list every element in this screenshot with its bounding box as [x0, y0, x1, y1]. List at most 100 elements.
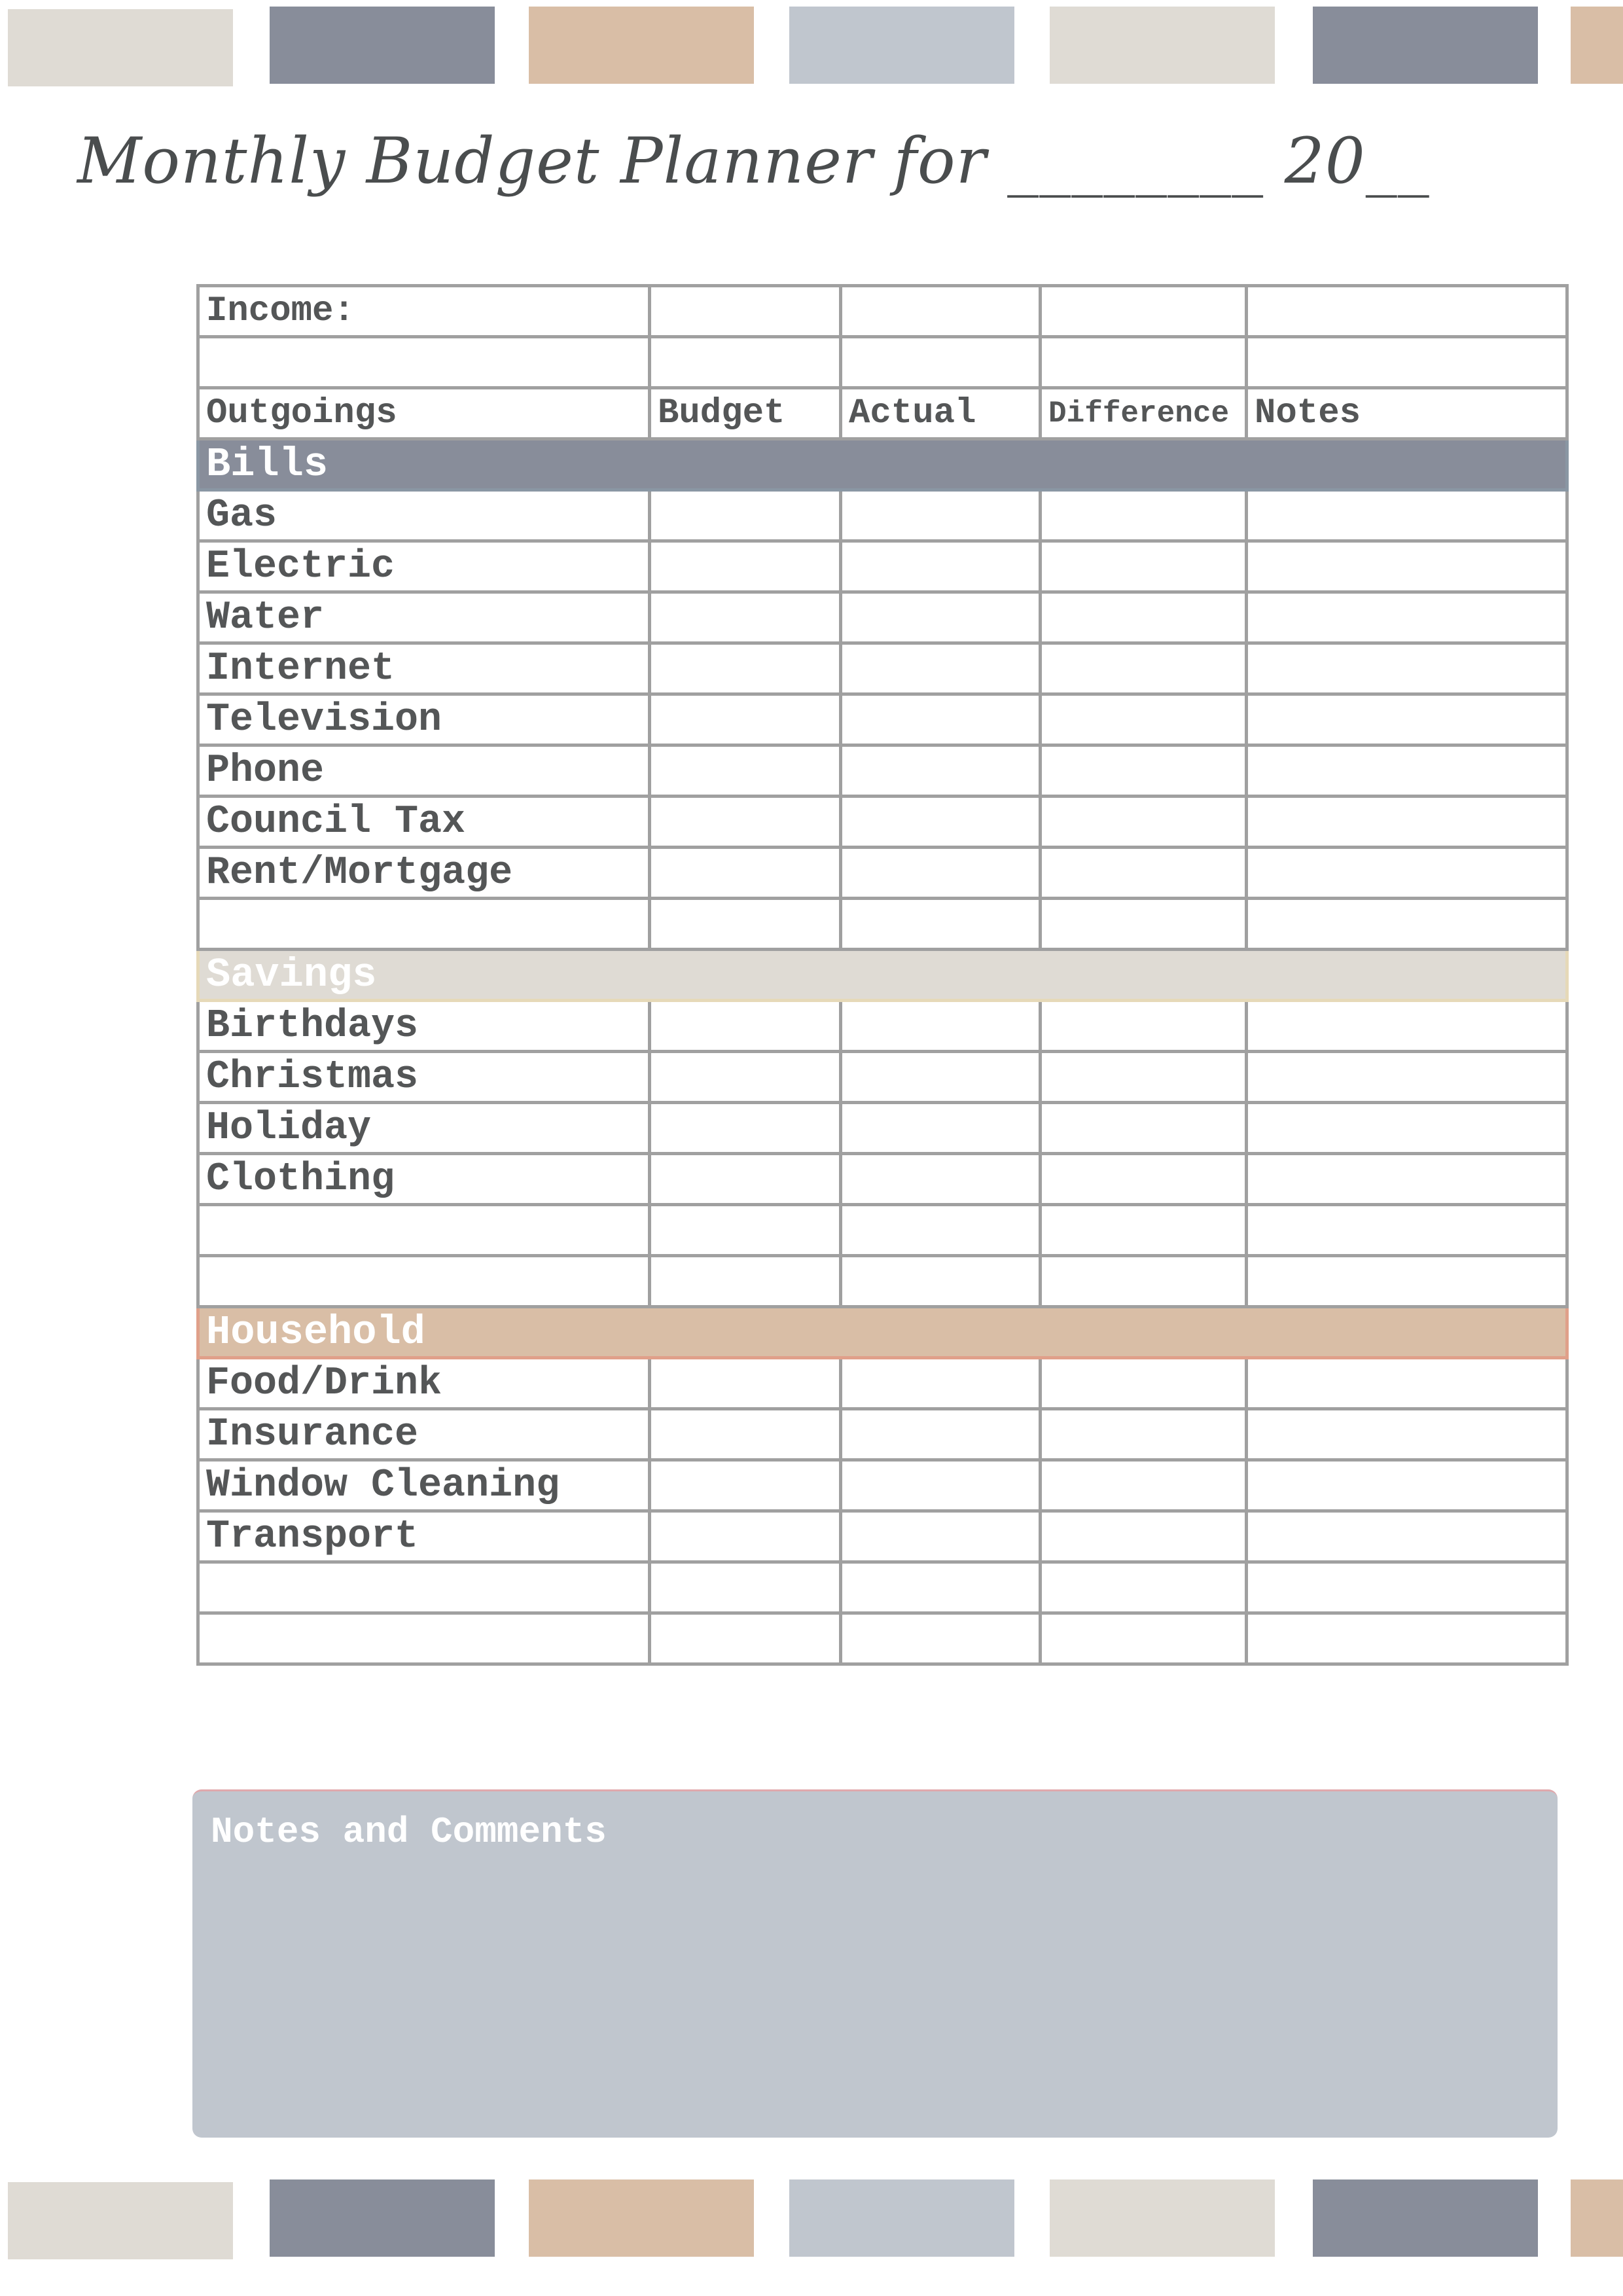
income-difference-cell[interactable] — [1039, 284, 1248, 338]
budget-cell[interactable] — [648, 1356, 842, 1410]
budget-cell[interactable] — [648, 1611, 842, 1666]
difference-cell[interactable] — [1039, 1254, 1248, 1308]
difference-cell[interactable] — [1039, 1050, 1248, 1104]
notes-cell[interactable] — [1245, 590, 1569, 645]
notes-and-comments-box[interactable]: Notes and Comments — [192, 1789, 1558, 2138]
notes-cell[interactable] — [1245, 1101, 1569, 1155]
notes-cell[interactable] — [1245, 1254, 1569, 1308]
actual-cell[interactable] — [839, 488, 1042, 543]
actual-cell[interactable] — [839, 1203, 1042, 1257]
income-blank-difference-cell[interactable] — [1039, 335, 1248, 389]
difference-cell[interactable] — [1039, 999, 1248, 1053]
budget-cell[interactable] — [648, 1407, 842, 1462]
actual-cell[interactable] — [839, 1611, 1042, 1666]
income-blank-notes-cell[interactable] — [1245, 335, 1569, 389]
budget-cell[interactable] — [648, 744, 842, 798]
income-blank-actual-cell[interactable] — [839, 335, 1042, 389]
notes-cell[interactable] — [1245, 1611, 1569, 1666]
actual-cell[interactable] — [839, 692, 1042, 747]
actual-cell[interactable] — [839, 897, 1042, 951]
budget-cell[interactable] — [648, 488, 842, 543]
actual-cell[interactable] — [839, 641, 1042, 696]
difference-cell[interactable] — [1039, 744, 1248, 798]
budget-cell[interactable] — [648, 692, 842, 747]
item-label[interactable] — [196, 1254, 651, 1308]
difference-cell[interactable] — [1039, 897, 1248, 951]
difference-cell[interactable] — [1039, 1152, 1248, 1206]
actual-cell[interactable] — [839, 1152, 1042, 1206]
notes-cell[interactable] — [1245, 1356, 1569, 1410]
actual-cell[interactable] — [839, 795, 1042, 849]
actual-cell[interactable] — [839, 590, 1042, 645]
difference-cell[interactable] — [1039, 590, 1248, 645]
notes-cell[interactable] — [1245, 795, 1569, 849]
actual-cell[interactable] — [839, 846, 1042, 900]
income-blank-budget-cell[interactable] — [648, 335, 842, 389]
actual-cell[interactable] — [839, 1407, 1042, 1462]
notes-cell[interactable] — [1245, 488, 1569, 543]
budget-cell[interactable] — [648, 999, 842, 1053]
budget-cell[interactable] — [648, 795, 842, 849]
notes-cell[interactable] — [1245, 1458, 1569, 1513]
actual-cell[interactable] — [839, 1254, 1042, 1308]
actual-cell[interactable] — [839, 744, 1042, 798]
budget-cell[interactable] — [648, 539, 842, 594]
actual-cell[interactable] — [839, 1101, 1042, 1155]
difference-cell[interactable] — [1039, 846, 1248, 900]
budget-cell[interactable] — [648, 1458, 842, 1513]
actual-cell[interactable] — [839, 1509, 1042, 1564]
difference-cell[interactable] — [1039, 1356, 1248, 1410]
budget-cell[interactable] — [648, 1152, 842, 1206]
notes-cell[interactable] — [1245, 1407, 1569, 1462]
notes-cell[interactable] — [1245, 846, 1569, 900]
item-label[interactable] — [196, 1611, 651, 1666]
difference-cell[interactable] — [1039, 488, 1248, 543]
actual-cell[interactable] — [839, 1560, 1042, 1615]
notes-cell[interactable] — [1245, 999, 1569, 1053]
actual-cell[interactable] — [839, 1050, 1042, 1104]
budget-cell[interactable] — [648, 1203, 842, 1257]
budget-cell[interactable] — [648, 1509, 842, 1564]
difference-cell[interactable] — [1039, 1458, 1248, 1513]
notes-cell[interactable] — [1245, 1152, 1569, 1206]
actual-cell[interactable] — [839, 1356, 1042, 1410]
income-notes-cell[interactable] — [1245, 284, 1569, 338]
actual-cell[interactable] — [839, 1458, 1042, 1513]
item-label[interactable] — [196, 1560, 651, 1615]
difference-cell[interactable] — [1039, 539, 1248, 594]
difference-cell[interactable] — [1039, 1101, 1248, 1155]
budget-cell[interactable] — [648, 1050, 842, 1104]
actual-cell[interactable] — [839, 539, 1042, 594]
table-row: Transport — [196, 1509, 1569, 1564]
budget-cell[interactable] — [648, 641, 842, 696]
notes-cell[interactable] — [1245, 539, 1569, 594]
difference-cell[interactable] — [1039, 1509, 1248, 1564]
difference-cell[interactable] — [1039, 1203, 1248, 1257]
income-blank-cell[interactable] — [196, 335, 651, 389]
budget-cell[interactable] — [648, 846, 842, 900]
income-actual-cell[interactable] — [839, 284, 1042, 338]
difference-cell[interactable] — [1039, 795, 1248, 849]
notes-cell[interactable] — [1245, 1509, 1569, 1564]
notes-cell[interactable] — [1245, 744, 1569, 798]
budget-cell[interactable] — [648, 590, 842, 645]
budget-cell[interactable] — [648, 1101, 842, 1155]
budget-cell[interactable] — [648, 897, 842, 951]
notes-cell[interactable] — [1245, 641, 1569, 696]
budget-cell[interactable] — [648, 1254, 842, 1308]
difference-cell[interactable] — [1039, 1560, 1248, 1615]
item-label[interactable] — [196, 897, 651, 951]
difference-cell[interactable] — [1039, 692, 1248, 747]
difference-cell[interactable] — [1039, 1611, 1248, 1666]
actual-cell[interactable] — [839, 999, 1042, 1053]
notes-cell[interactable] — [1245, 1203, 1569, 1257]
difference-cell[interactable] — [1039, 1407, 1248, 1462]
item-label[interactable] — [196, 1203, 651, 1257]
notes-cell[interactable] — [1245, 897, 1569, 951]
notes-cell[interactable] — [1245, 692, 1569, 747]
notes-cell[interactable] — [1245, 1560, 1569, 1615]
income-budget-cell[interactable] — [648, 284, 842, 338]
notes-cell[interactable] — [1245, 1050, 1569, 1104]
budget-cell[interactable] — [648, 1560, 842, 1615]
difference-cell[interactable] — [1039, 641, 1248, 696]
